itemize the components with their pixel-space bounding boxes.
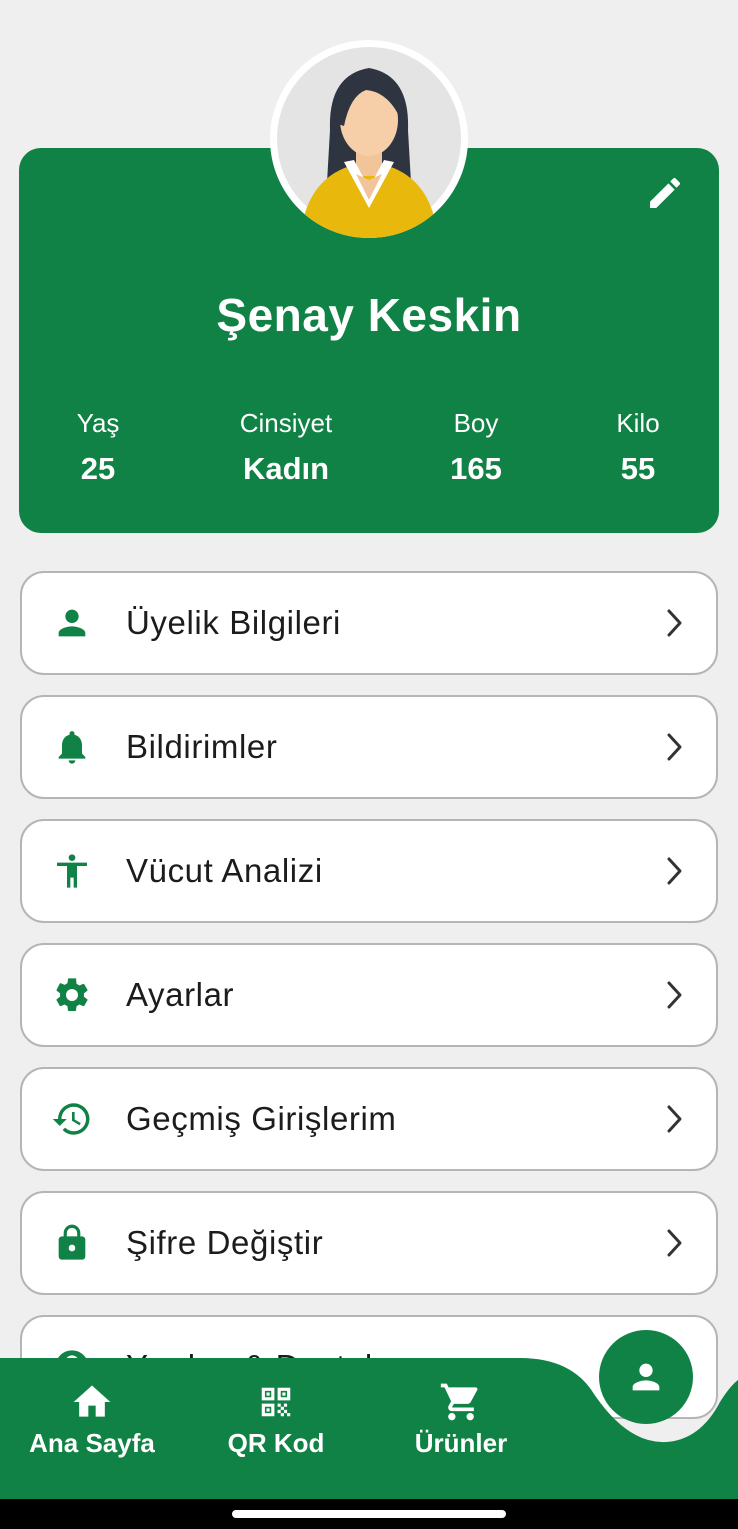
stat-gender: Cinsiyet Kadın <box>206 405 366 491</box>
chevron-right-icon <box>667 981 682 1009</box>
person-icon <box>632 1363 660 1391</box>
stat-label: Kilo <box>616 408 660 438</box>
female-avatar-icon <box>277 47 461 238</box>
nav-item-products[interactable]: Ürünler <box>376 1380 546 1459</box>
stat-age: Yaş 25 <box>18 405 178 491</box>
chevron-right-icon <box>667 1105 682 1133</box>
menu-item-label: Geçmiş Girişlerim <box>126 1100 397 1137</box>
pencil-icon <box>650 177 681 208</box>
home-icon <box>7 1380 177 1424</box>
user-name: Şenay Keskin <box>216 289 522 341</box>
stat-value: Kadın <box>242 451 330 486</box>
menu-item-notifications[interactable]: Bildirimler <box>20 695 718 799</box>
qr-code-icon <box>191 1380 361 1424</box>
history-icon <box>50 1097 94 1141</box>
cart-icon <box>376 1380 546 1424</box>
chevron-right-icon <box>667 733 682 761</box>
stat-label: Yaş <box>76 408 120 438</box>
chevron-right-icon <box>667 857 682 885</box>
stat-label: Boy <box>453 408 499 438</box>
nav-label: Ana Sayfa <box>29 1428 155 1458</box>
lock-icon <box>50 1221 94 1265</box>
edit-profile-button[interactable] <box>640 168 690 218</box>
menu-item-label: Ayarlar <box>126 976 235 1013</box>
menu-item-settings[interactable]: Ayarlar <box>20 943 718 1047</box>
menu-item-login-history[interactable]: Geçmiş Girişlerim <box>20 1067 718 1171</box>
nav-item-profile[interactable] <box>599 1330 693 1424</box>
home-indicator[interactable] <box>232 1510 506 1518</box>
system-home-area <box>0 1499 738 1529</box>
chevron-right-icon <box>667 1229 682 1257</box>
nav-item-home[interactable]: Ana Sayfa <box>7 1380 177 1459</box>
menu-item-body-analysis[interactable]: Vücut Analizi <box>20 819 718 923</box>
avatar[interactable] <box>270 40 468 238</box>
chevron-right-icon <box>667 609 682 637</box>
menu-item-change-password[interactable]: Şifre Değiştir <box>20 1191 718 1295</box>
nav-item-qr-code[interactable]: QR Kod <box>191 1380 361 1459</box>
menu-item-label: Şifre Değiştir <box>126 1224 324 1261</box>
bell-icon <box>50 725 94 769</box>
nav-label: QR Kod <box>227 1428 325 1458</box>
stat-height: Boy 165 <box>396 405 556 491</box>
stat-value: 55 <box>620 451 656 486</box>
menu-item-membership-info[interactable]: Üyelik Bilgileri <box>20 571 718 675</box>
stat-value: 25 <box>80 451 116 486</box>
stat-weight: Kilo 55 <box>558 405 718 491</box>
menu-item-label: Üyelik Bilgileri <box>126 604 341 641</box>
gear-icon <box>50 973 94 1017</box>
menu-item-label: Bildirimler <box>126 728 278 765</box>
nav-label: Ürünler <box>414 1428 508 1458</box>
person-icon <box>50 601 94 645</box>
accessibility-icon <box>50 849 94 893</box>
menu-item-label: Vücut Analizi <box>126 852 323 889</box>
stat-value: 165 <box>450 451 502 486</box>
stat-label: Cinsiyet <box>239 408 333 438</box>
